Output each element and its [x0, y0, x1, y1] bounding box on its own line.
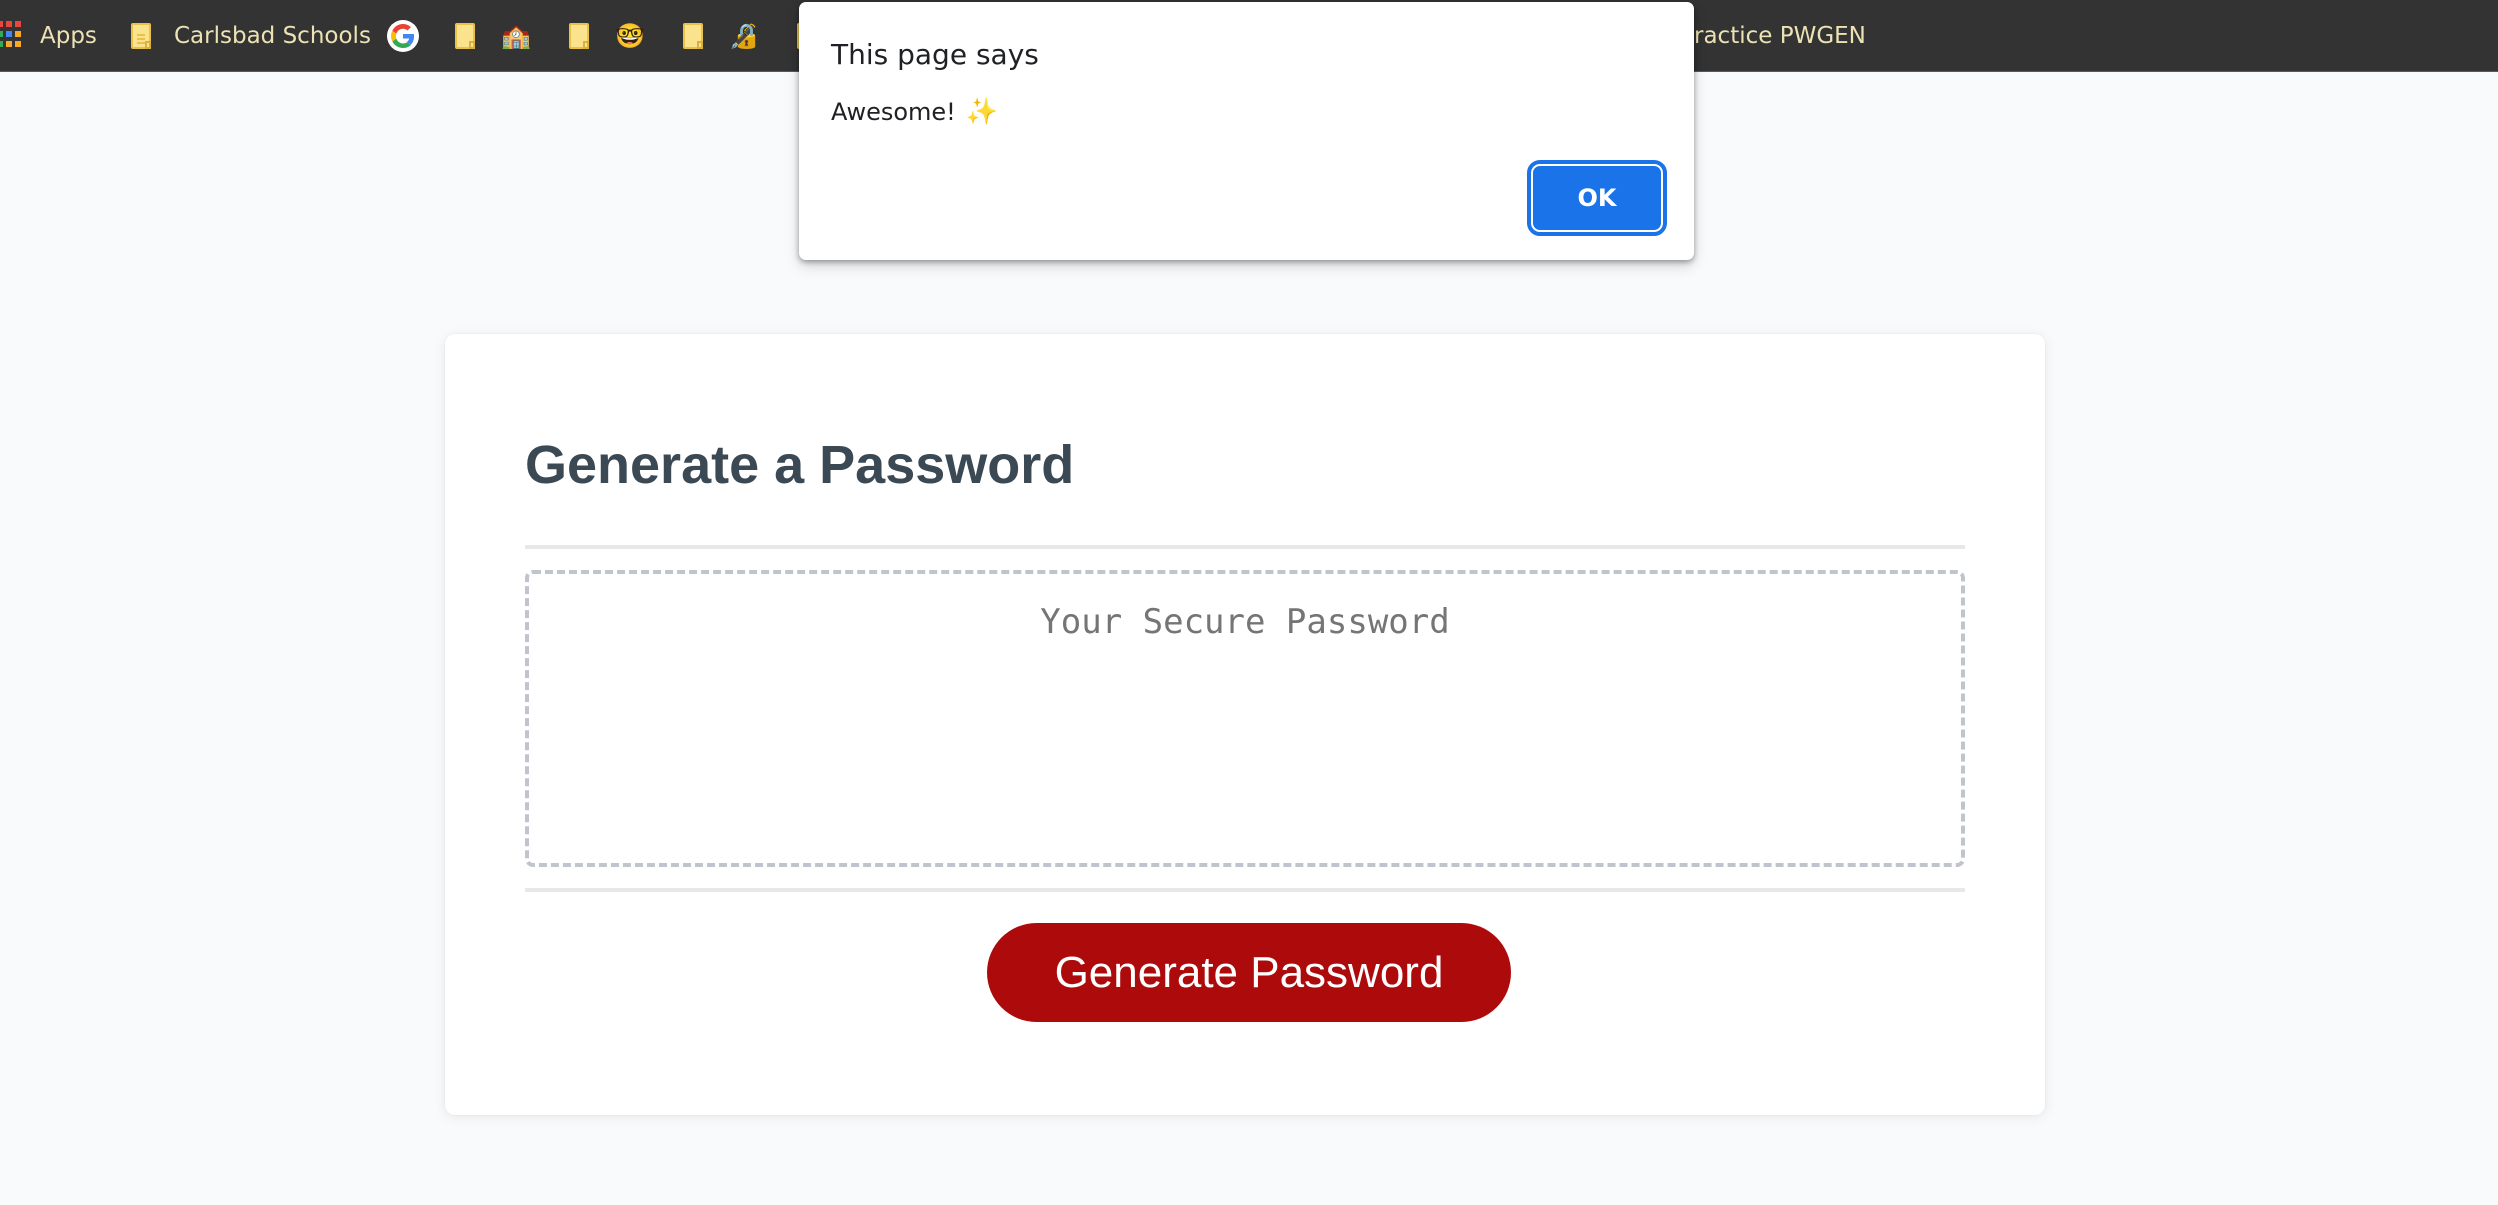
divider	[525, 888, 1965, 892]
folder-icon	[131, 23, 151, 49]
folder-icon	[569, 23, 589, 49]
bookmark-label: Carlsbad Schools	[174, 23, 371, 49]
alert-dialog: This page says Awesome! ✨ OK	[799, 2, 1694, 260]
bookmark-label: Apps	[40, 23, 97, 49]
apps-grid-icon	[0, 21, 21, 49]
divider	[525, 545, 1965, 549]
dialog-title: This page says	[831, 38, 1039, 71]
dialog-message-text: Awesome!	[831, 98, 956, 126]
bookmark-apps[interactable]: Apps	[0, 0, 97, 72]
dialog-message: Awesome! ✨	[831, 98, 998, 126]
page-title: Generate a Password	[525, 435, 1075, 495]
generate-password-button[interactable]: Generate Password	[987, 923, 1511, 1022]
bookmark-nerd[interactable]: 🤓	[569, 0, 645, 72]
bookmark-carlsbad-schools[interactable]: Carlsbad Schools	[131, 0, 371, 72]
sparkles-icon: ✨	[965, 97, 999, 127]
folder-icon	[683, 23, 703, 49]
ok-button[interactable]: OK	[1527, 160, 1667, 236]
bookmark-lock[interactable]: 🔏	[683, 0, 759, 72]
google-icon	[387, 20, 419, 52]
bookmark-practice-pwgen[interactable]: ractice PWGEN	[1694, 0, 1866, 72]
school-icon: 🏫	[501, 22, 531, 50]
folder-icon	[455, 23, 475, 49]
bookmark-label: ractice PWGEN	[1694, 23, 1866, 49]
password-generator-card: Generate a Password Generate Password	[445, 334, 2045, 1115]
password-output-textarea[interactable]	[525, 570, 1965, 867]
bookmark-google[interactable]	[387, 0, 419, 72]
bookmark-school[interactable]: 🏫	[455, 0, 531, 72]
nerd-face-icon: 🤓	[615, 22, 645, 50]
locked-with-pen-icon: 🔏	[729, 22, 759, 50]
